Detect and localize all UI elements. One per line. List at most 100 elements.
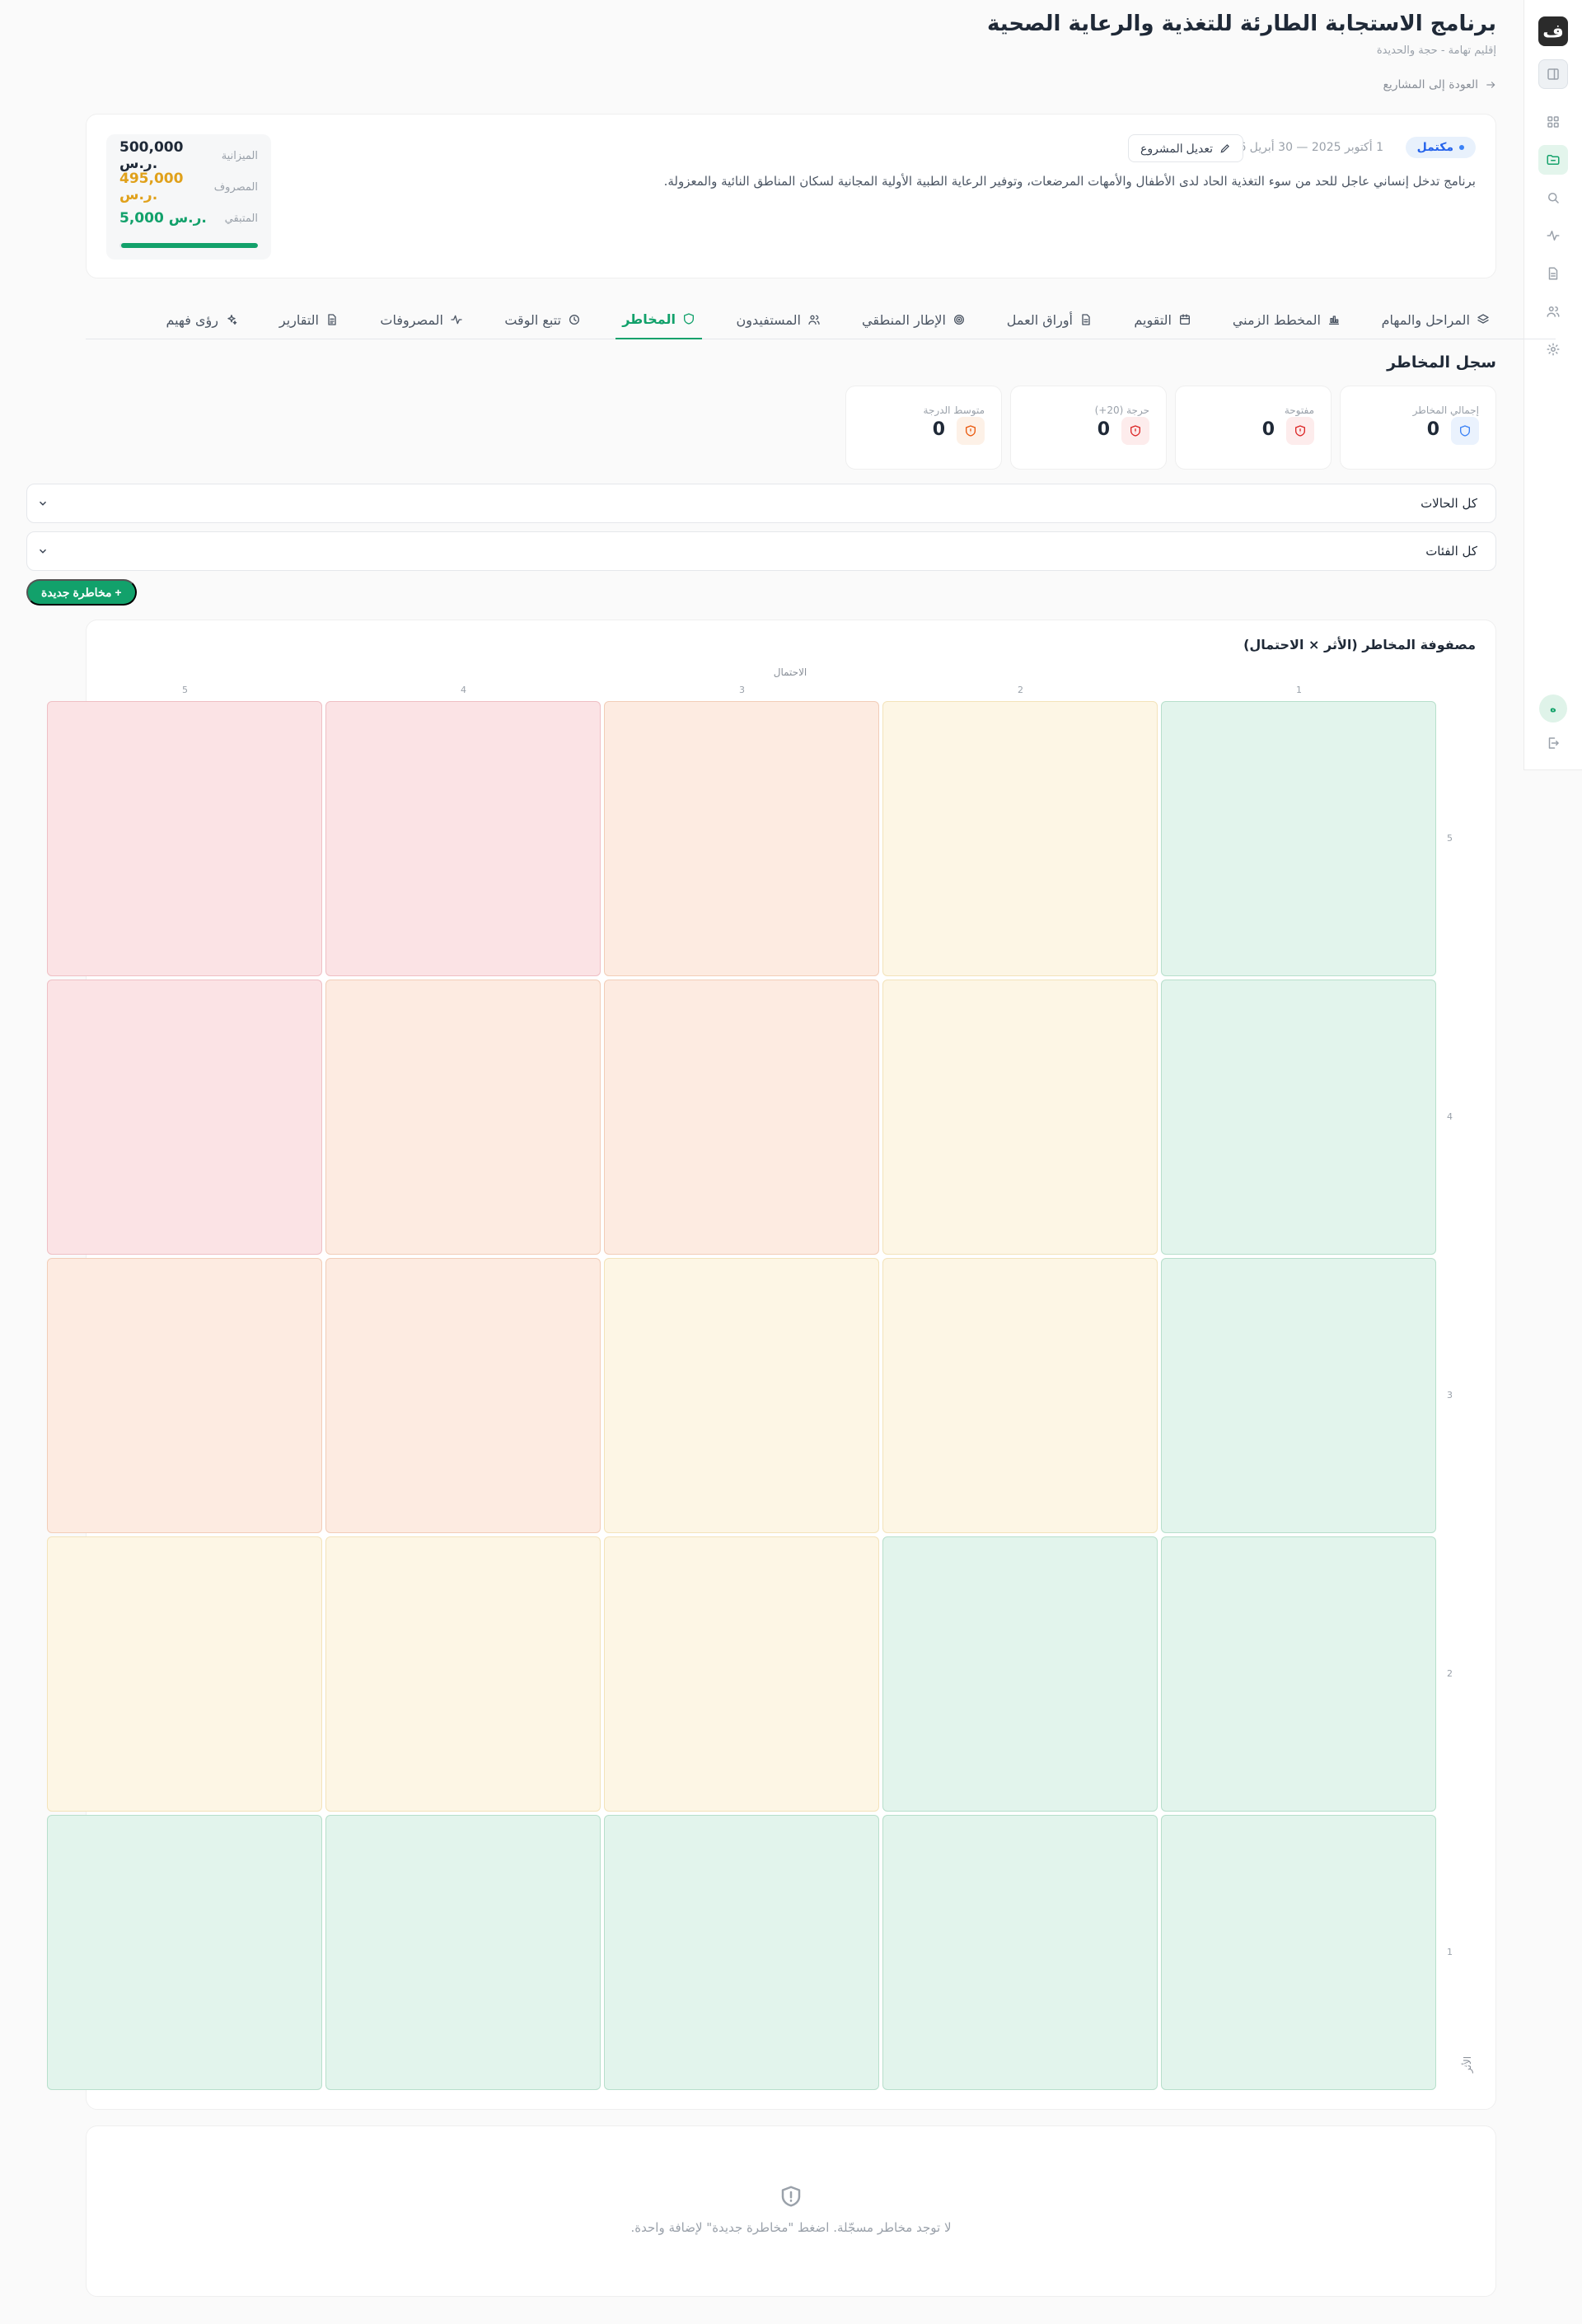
- tab-10[interactable]: التقارير: [273, 300, 345, 339]
- risk-matrix-cell[interactable]: [47, 980, 322, 1255]
- budget-summary: الميزانية 500,000 ر.س. المصروف 495,000 ر…: [106, 134, 271, 260]
- chevron-down-icon: [40, 549, 46, 554]
- risk-matrix-cell[interactable]: [1161, 701, 1436, 976]
- app-logo[interactable]: ف: [1538, 16, 1568, 46]
- collapse-sidebar-button[interactable]: [1538, 59, 1568, 89]
- stat-value: 0: [932, 419, 945, 440]
- status-dot-icon: [1459, 145, 1464, 150]
- risk-matrix-cell[interactable]: [604, 980, 879, 1255]
- risk-matrix-cell[interactable]: [325, 980, 601, 1255]
- risk-matrix-cell[interactable]: [604, 1815, 879, 2090]
- risk-matrix-cell[interactable]: [47, 701, 322, 976]
- likelihood-label: 5: [182, 685, 188, 695]
- impact-label: 1: [1447, 1947, 1453, 1957]
- tab-label: تتبع الوقت: [504, 311, 561, 328]
- risk-matrix-cell[interactable]: [47, 1536, 322, 1812]
- risk-matrix-cell[interactable]: [604, 1536, 879, 1812]
- stat-icon-wrap: [1286, 417, 1314, 445]
- stat-icon-wrap: [957, 417, 985, 445]
- risk-matrix-cell[interactable]: [325, 701, 601, 976]
- back-link-label: العودة إلى المشاريع: [1383, 78, 1478, 91]
- spent-value: 495,000 ر.س.: [119, 171, 184, 203]
- impact-axis-title: الأثر: [1461, 2055, 1473, 2074]
- likelihood-label: 2: [1018, 685, 1023, 695]
- edit-project-button[interactable]: تعديل المشروع: [1128, 134, 1243, 162]
- user-avatar[interactable]: ه: [1539, 694, 1567, 722]
- risk-matrix-cell[interactable]: [325, 1815, 601, 2090]
- shield-alert-icon: [1130, 425, 1140, 437]
- risk-matrix-cell[interactable]: [604, 701, 879, 976]
- spent-row: المصروف 495,000 ر.س.: [119, 171, 258, 203]
- budget-progress-bar: [119, 243, 258, 248]
- tab-6[interactable]: المستفيدون: [730, 300, 827, 339]
- risk-matrix-cell[interactable]: [325, 1258, 601, 1533]
- budget-value: 500,000 ر.س.: [119, 139, 184, 172]
- tab-label: أوراق العمل: [1006, 311, 1073, 328]
- stat-icon-wrap: [1451, 417, 1479, 445]
- new-risk-button[interactable]: + مخاطرة جديدة: [26, 579, 137, 606]
- page-subtitle: إقليم تهامة - حجة والحديدة: [1376, 44, 1496, 57]
- nav-search[interactable]: [1538, 183, 1568, 213]
- shield-icon: [684, 313, 694, 325]
- remaining-label: المتبقي: [224, 212, 258, 225]
- gantt-icon: [1329, 316, 1339, 325]
- layers-icon: [1477, 314, 1489, 324]
- risk-matrix-cell[interactable]: [1161, 1536, 1436, 1812]
- tab-7[interactable]: المخاطر: [615, 300, 702, 339]
- tab-2[interactable]: المخطط الزمني: [1226, 300, 1347, 339]
- stat-label: متوسط الدرجة: [923, 404, 985, 416]
- chevron-down-icon: [40, 501, 46, 506]
- risk-matrix-cell[interactable]: [604, 1258, 879, 1533]
- tab-label: الإطار المنطقي: [862, 311, 946, 328]
- remaining-row: المتبقي 5,000 ر.س.: [119, 208, 258, 228]
- risk-stat-card: حرجة (20+) 0: [1010, 386, 1167, 470]
- risk-matrix-cell[interactable]: [1161, 1815, 1436, 2090]
- activity-icon: [451, 315, 462, 325]
- risk-matrix-cell[interactable]: [47, 1815, 322, 2090]
- tab-label: التقارير: [278, 311, 319, 328]
- nav-projects[interactable]: [1538, 145, 1568, 175]
- risk-matrix-cell[interactable]: [882, 1815, 1158, 2090]
- risk-stat-card: متوسط الدرجة 0: [845, 386, 1002, 470]
- spent-label: المصروف: [213, 180, 258, 194]
- tab-11[interactable]: رؤى فهيم: [159, 300, 245, 339]
- risk-matrix-cell[interactable]: [1161, 980, 1436, 1255]
- tab-1[interactable]: المراحل والمهام: [1375, 300, 1496, 339]
- sidebar-toggle-icon: [1547, 68, 1559, 80]
- report-icon: [328, 314, 336, 325]
- tab-8[interactable]: تتبع الوقت: [498, 300, 587, 339]
- risk-matrix-cell[interactable]: [47, 1258, 322, 1533]
- tab-4[interactable]: أوراق العمل: [1000, 300, 1099, 339]
- logout-button[interactable]: [1538, 728, 1568, 758]
- target-icon: [954, 315, 964, 325]
- shield-alert-icon: [779, 2184, 803, 2209]
- tab-label: رؤى فهيم: [166, 311, 218, 328]
- risk-stat-card: إجمالي المخاطر 0: [1340, 386, 1496, 470]
- tab-9[interactable]: المصروفات: [373, 300, 470, 339]
- risk-register-title: سجل المخاطر: [1387, 353, 1496, 372]
- risk-matrix-cell[interactable]: [1161, 1258, 1436, 1533]
- calendar-icon: [1180, 314, 1190, 325]
- risk-matrix-cell[interactable]: [882, 1536, 1158, 1812]
- tab-label: المستفيدون: [736, 311, 801, 328]
- nav-dashboard[interactable]: [1538, 107, 1568, 137]
- page-title: برنامج الاستجابة الطارئة للتغذية والرعاي…: [987, 12, 1496, 36]
- nav-activity[interactable]: [1538, 221, 1568, 250]
- tab-3[interactable]: التقويم: [1127, 300, 1198, 339]
- arrow-right-icon: [1486, 82, 1495, 88]
- risk-matrix-cell[interactable]: [882, 701, 1158, 976]
- impact-label: 5: [1447, 833, 1453, 844]
- risk-matrix-cell[interactable]: [882, 980, 1158, 1255]
- risk-matrix-cell[interactable]: [325, 1536, 601, 1812]
- sparkles-icon: [227, 315, 237, 325]
- grid-icon: [1547, 116, 1559, 128]
- app-rail: ف ه: [1523, 0, 1582, 770]
- status-filter-select[interactable]: كل الحالات: [26, 484, 1496, 523]
- tab-5[interactable]: الإطار المنطقي: [855, 300, 972, 339]
- back-to-projects-link[interactable]: العودة إلى المشاريع: [1383, 78, 1496, 91]
- category-filter-select[interactable]: كل الفئات: [26, 531, 1496, 571]
- folder-icon: [1547, 155, 1560, 165]
- nav-documents[interactable]: [1538, 259, 1568, 288]
- risk-matrix-cell[interactable]: [882, 1258, 1158, 1533]
- users-icon: [808, 315, 820, 325]
